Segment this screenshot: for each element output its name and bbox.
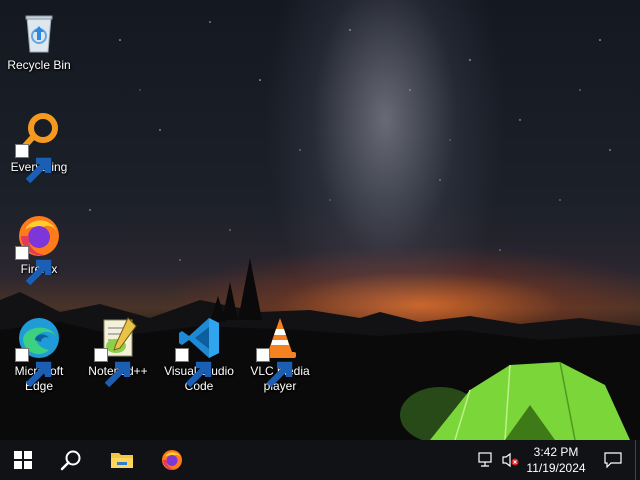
folder-icon <box>111 453 133 468</box>
search-icon <box>60 450 81 471</box>
tray-network[interactable] <box>478 452 496 468</box>
network-disconnected-icon <box>478 452 492 467</box>
start-button[interactable] <box>0 440 46 480</box>
volume-muted-icon <box>502 452 519 468</box>
show-desktop-button[interactable] <box>635 440 640 480</box>
desktop-icon-recycle-bin[interactable]: Recycle Bin <box>1 8 77 73</box>
windows-logo-icon <box>14 451 32 469</box>
desktop-icon-vlc[interactable]: VLC media player <box>242 314 318 394</box>
desktop-icon-notepadpp[interactable]: Notepad++ <box>80 314 156 388</box>
taskbar-firefox[interactable] <box>149 440 195 480</box>
tray-volume[interactable] <box>502 452 520 468</box>
shortcut-arrow-icon <box>94 348 131 388</box>
desktop-icon-firefox[interactable]: Firefox <box>1 212 77 286</box>
desktop-icon-label: Recycle Bin <box>7 58 71 72</box>
clock-time: 3:42 PM <box>533 445 579 459</box>
action-center-button[interactable] <box>590 440 636 480</box>
desktop-icon-vscode[interactable]: Visual Studio Code <box>161 314 237 394</box>
recycle-bin-icon <box>25 15 53 53</box>
search-button[interactable] <box>48 440 94 480</box>
taskbar: 3:42 PM 11/19/2024 <box>0 440 640 480</box>
taskbar-clock[interactable]: 3:42 PM 11/19/2024 <box>522 444 590 476</box>
firefox-icon <box>162 450 182 470</box>
shortcut-arrow-icon <box>15 144 52 184</box>
clock-date: 11/19/2024 <box>526 461 586 475</box>
desktop-icon-everything[interactable]: Everything <box>1 110 77 184</box>
shortcut-arrow-icon <box>15 348 52 388</box>
shortcut-arrow-icon <box>15 246 52 286</box>
action-center-icon <box>604 452 622 468</box>
desktop-icon-microsoft-edge[interactable]: Microsoft Edge <box>1 314 77 394</box>
taskbar-file-explorer[interactable] <box>99 440 145 480</box>
shortcut-arrow-icon <box>256 348 293 388</box>
shortcut-arrow-icon <box>175 348 212 388</box>
desktop-background[interactable]: Recycle Bin Everything Firefox Microsoft… <box>0 0 640 440</box>
